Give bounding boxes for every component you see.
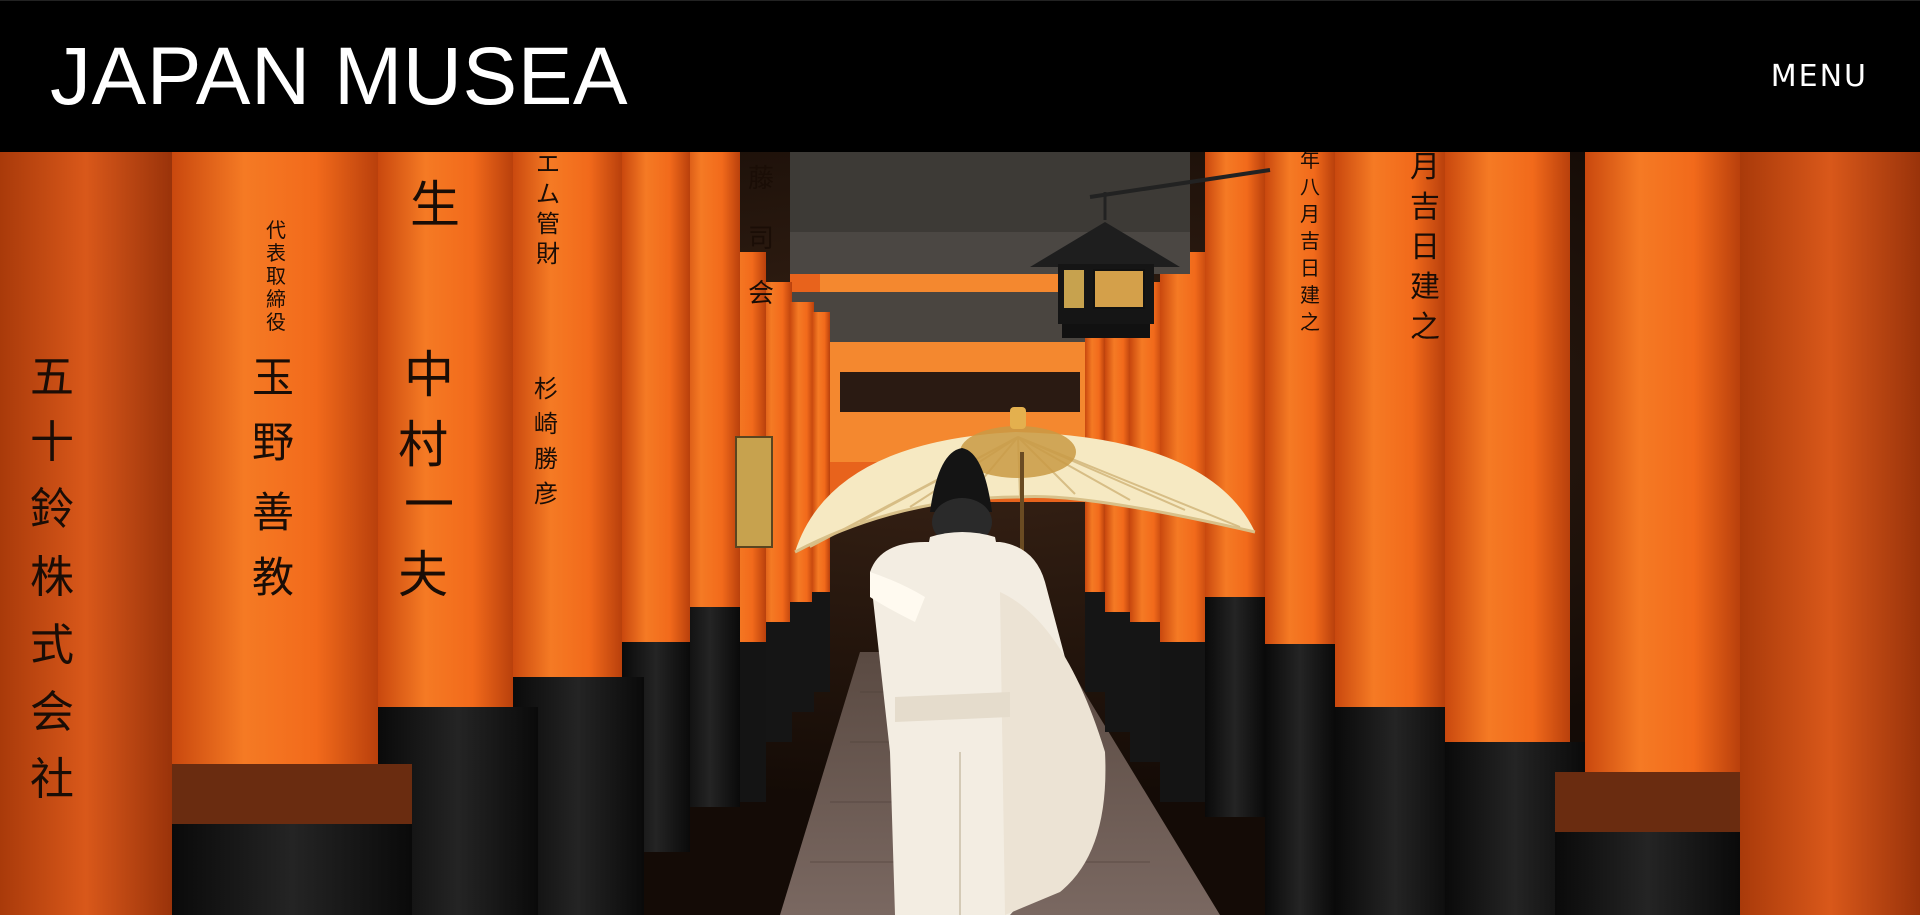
svg-text:月: 月 [1410,152,1440,185]
svg-text:管: 管 [536,210,560,238]
site-logo[interactable]: JAPAN MUSEA [50,29,628,125]
svg-text:夫: 夫 [398,546,448,604]
svg-text:彦: 彦 [534,480,558,508]
near-pillars-right [1555,152,1920,915]
svg-text:崎: 崎 [534,410,558,438]
svg-text:十: 十 [30,417,74,468]
top-navigation-bar: JAPAN MUSEA MENU [0,0,1920,152]
svg-text:藤: 藤 [748,164,774,194]
menu-button[interactable]: MENU [1771,59,1868,95]
svg-text:式: 式 [30,620,74,671]
svg-text:吉: 吉 [1410,190,1440,225]
svg-text:生: 生 [410,176,460,234]
svg-text:五: 五 [30,352,74,403]
svg-text:取: 取 [266,264,286,288]
svg-text:年: 年 [1300,152,1320,172]
svg-text:締: 締 [266,287,286,311]
svg-text:エ: エ [536,152,560,178]
svg-text:野: 野 [252,418,294,467]
svg-text:社: 社 [30,754,74,805]
svg-text:建: 建 [1300,283,1320,307]
svg-text:之: 之 [1410,310,1440,345]
svg-text:ム: ム [536,180,560,208]
mid-pillars-right [1205,152,1585,915]
inscription-p4: エ ム 管 財 [536,152,560,268]
svg-text:玉: 玉 [252,353,294,402]
svg-text:月: 月 [1300,202,1320,226]
svg-text:吉: 吉 [1300,229,1320,253]
svg-text:八: 八 [1300,175,1320,199]
inscription-right1: 月 吉 日 建 之 [1410,152,1440,345]
inscription-p6: 藤 司 会 [748,164,774,309]
svg-text:鈴: 鈴 [30,484,74,535]
svg-text:教: 教 [252,553,294,602]
svg-text:村: 村 [398,416,448,474]
svg-text:之: 之 [1300,310,1320,334]
svg-text:司: 司 [748,224,774,254]
hero-image: 五 十 鈴 株 式 会 社 代 表 取 締 役 玉 野 善 教 生 中 村 一 … [0,152,1920,915]
svg-text:財: 財 [536,240,560,268]
svg-text:中: 中 [404,346,454,404]
svg-text:杉: 杉 [534,375,558,403]
svg-text:一: 一 [404,476,454,534]
svg-text:表: 表 [266,241,286,265]
svg-text:役: 役 [266,310,286,334]
svg-text:会: 会 [748,279,774,309]
svg-text:日: 日 [1410,230,1440,265]
svg-text:会: 会 [30,687,74,738]
svg-text:建: 建 [1410,270,1440,305]
inscription-right2: 年 八 月 吉 日 建 之 [1300,152,1320,334]
svg-text:株: 株 [30,552,74,603]
inscription-p2-title: 代 表 取 締 役 [266,218,286,334]
svg-text:代: 代 [266,218,286,242]
wooden-plaque [735,436,773,548]
torii-corridor-illustration: 五 十 鈴 株 式 会 社 代 表 取 締 役 玉 野 善 教 生 中 村 一 … [0,152,1920,915]
svg-text:善: 善 [252,488,294,537]
svg-text:勝: 勝 [534,445,558,473]
inscription-p1: 五 十 鈴 株 式 会 社 [30,352,74,805]
svg-text:日: 日 [1300,256,1320,280]
